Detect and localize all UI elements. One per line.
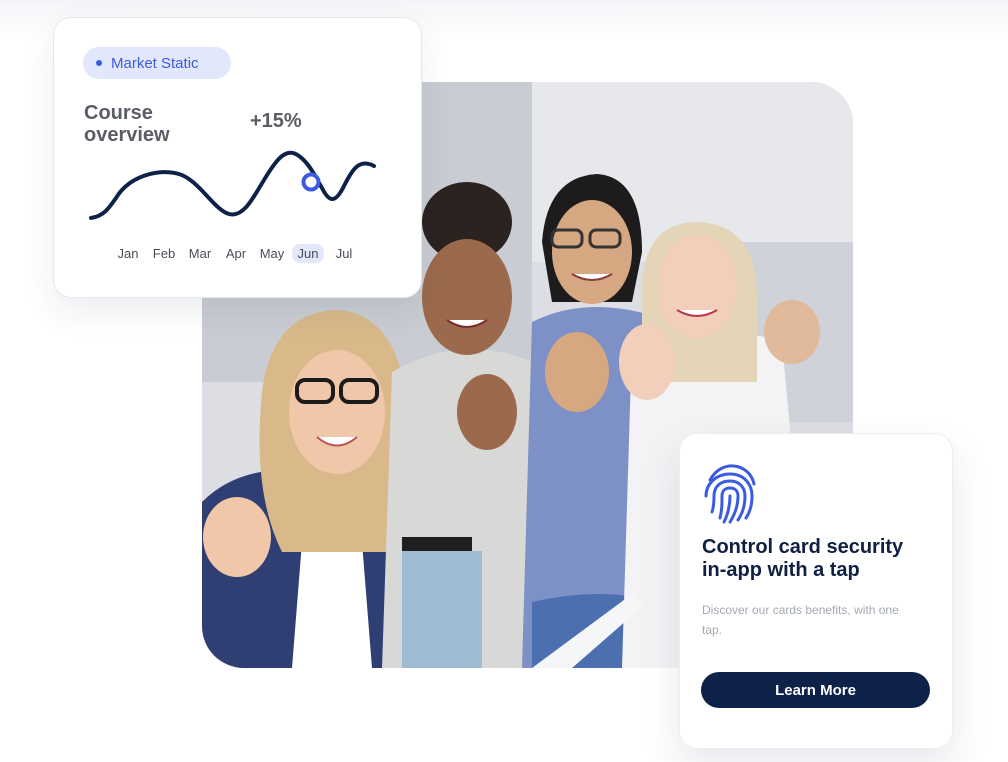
month-axis: Jan Feb Mar Apr May Jun Jul [110,244,362,263]
card-security-promo: Control card security in-app with a tap … [679,433,953,749]
month-label[interactable]: Jan [110,244,146,263]
badge-dot-icon [96,60,102,66]
security-description: Discover our cards benefits, with one ta… [702,603,899,637]
month-label[interactable]: Feb [146,244,182,263]
overview-curve [89,150,376,220]
security-title: Control card security in-app with a tap [702,536,904,581]
curve-marker-icon[interactable] [301,172,321,192]
month-label[interactable]: Apr [218,244,254,263]
badge-label: Market Static [111,54,199,72]
market-static-badge[interactable]: Market Static [83,47,231,79]
course-overview-card: Market Static Course overview +15% Jan F… [53,17,422,298]
learn-more-button[interactable]: Learn More [701,672,930,708]
fingerprint-icon [704,464,756,524]
month-label[interactable]: Jul [326,244,362,263]
month-label[interactable]: May [254,244,290,263]
growth-value: +15% [250,110,302,132]
month-label[interactable]: Mar [182,244,218,263]
curve-line [89,150,376,220]
month-label-active[interactable]: Jun [292,244,324,263]
